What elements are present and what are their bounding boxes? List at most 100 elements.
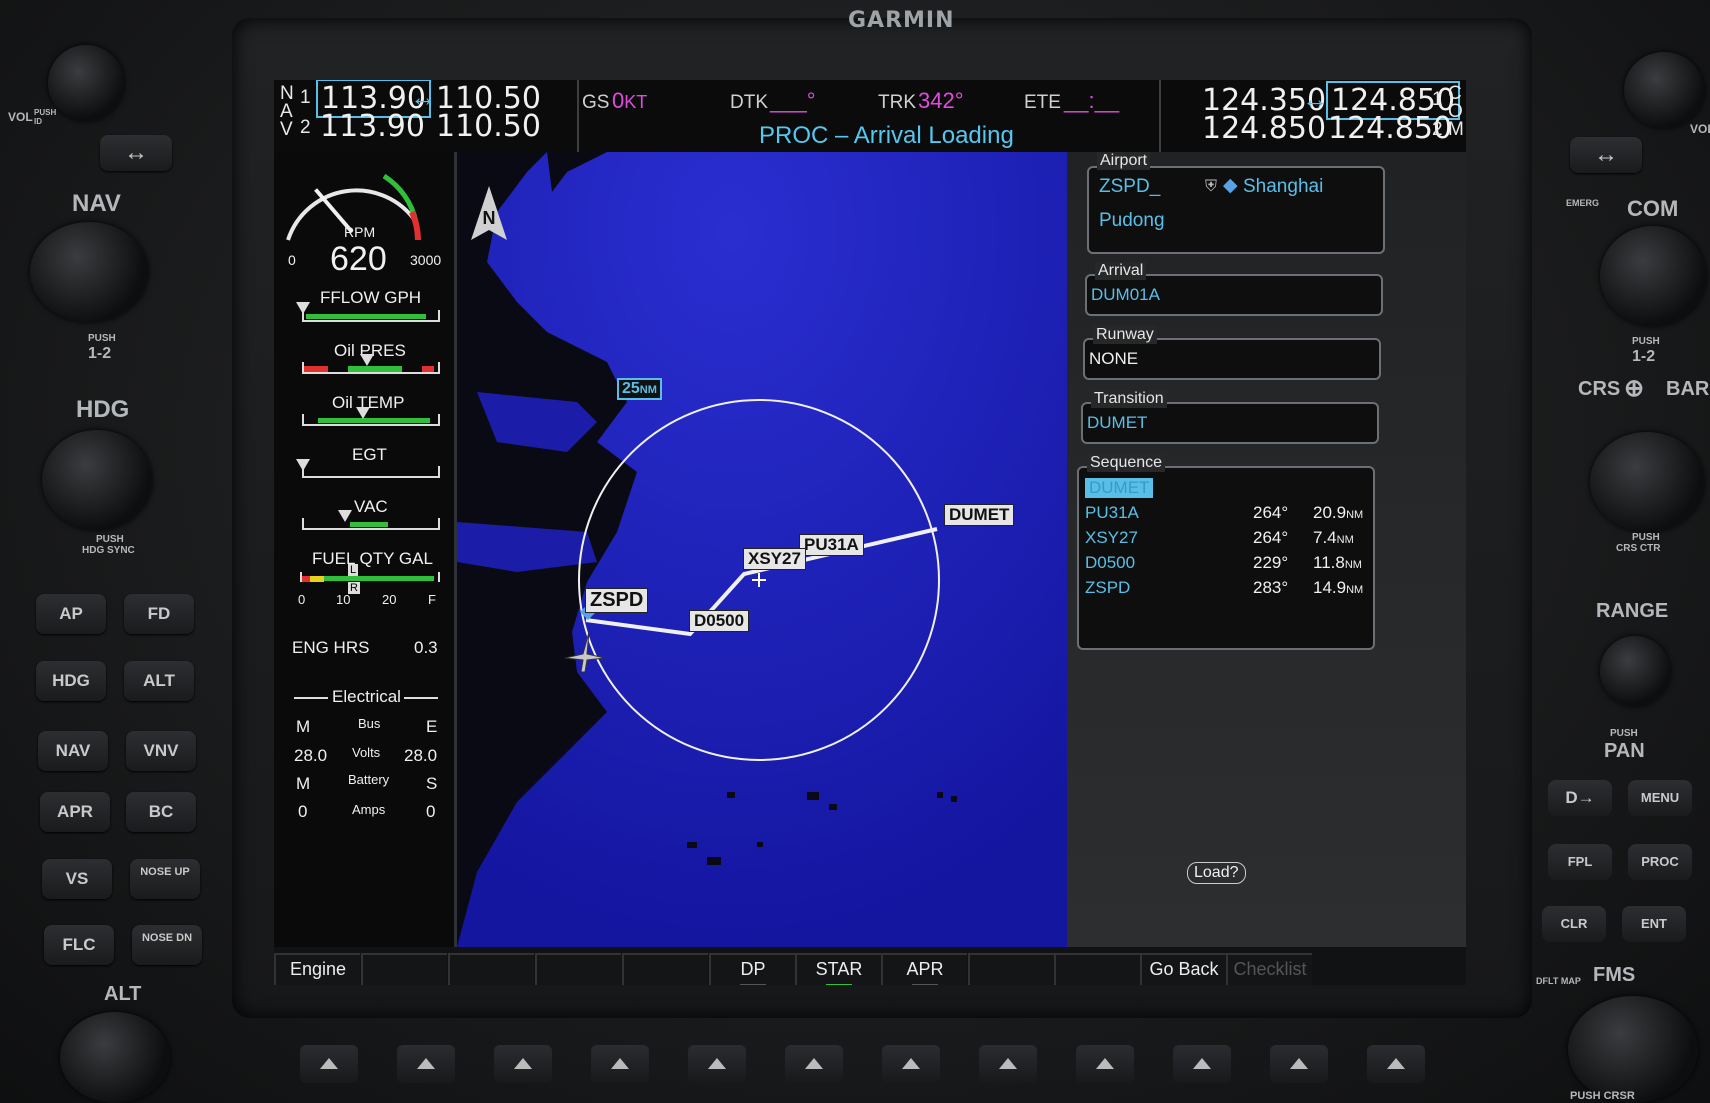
com-swap-button[interactable]: ↔ [1570, 137, 1642, 173]
amps-label: Amps [352, 802, 386, 817]
alt-button[interactable]: ALT [124, 661, 194, 701]
flc-button[interactable]: FLC [44, 925, 114, 965]
nav2-standby-freq[interactable]: 110.50 [436, 109, 541, 144]
brand-logo: GARMIN [848, 8, 955, 33]
softkey-hardware-button[interactable] [591, 1045, 649, 1083]
transition-title: Transition [1091, 390, 1167, 408]
softkey[interactable]: Checklist [1226, 953, 1312, 985]
waypoint-label-pu31a[interactable]: PU31A [799, 534, 864, 556]
map-range-label[interactable]: 25NM [617, 378, 662, 400]
fpl-button[interactable]: FPL [1548, 844, 1612, 880]
softkey[interactable]: APR [881, 953, 967, 985]
oil-pres-red-high [422, 366, 434, 372]
sequence-row[interactable]: XSY27 264° 7.4NM [1085, 528, 1355, 550]
ent-button[interactable]: ENT [1622, 906, 1686, 942]
fms-knob[interactable] [1568, 996, 1698, 1103]
sequence-row[interactable]: ZSPD 283° 14.9NM [1085, 578, 1363, 600]
crs-baro-icon: ⊕ [1624, 375, 1645, 402]
waypoint-label-d0500[interactable]: D0500 [689, 610, 750, 632]
sequence-row[interactable]: DUMET [1085, 478, 1355, 500]
softkey[interactable]: DP [709, 953, 795, 985]
softkey-hardware-button[interactable] [494, 1045, 552, 1083]
arrival-value: DUM01A [1091, 285, 1160, 304]
softkey[interactable] [1054, 953, 1140, 985]
hdg-sync-label: HDG SYNC [82, 545, 135, 556]
fuel-tick-20: 20 [382, 592, 397, 607]
proc-button[interactable]: PROC [1628, 844, 1692, 880]
dtk-label: DTK [730, 92, 768, 113]
vs-button[interactable]: VS [42, 859, 112, 899]
nav-knob[interactable] [30, 222, 148, 322]
softkey-hardware-button[interactable] [300, 1045, 358, 1083]
ap-button[interactable]: AP [36, 594, 106, 634]
battery-label: Battery [348, 772, 390, 787]
nose-dn-button[interactable]: NOSE DN [132, 925, 202, 965]
waypoint-label-xsy27[interactable]: XSY27 [743, 548, 806, 570]
softkey-hardware-button[interactable] [688, 1045, 746, 1083]
airport-ident: ZSPD [1099, 176, 1150, 197]
nav2-index: 2 [300, 117, 311, 138]
gs-value: 0 [612, 88, 625, 113]
airport-title: Airport [1097, 152, 1151, 170]
softkey-hardware-button[interactable] [1076, 1045, 1134, 1083]
hdg-knob[interactable] [42, 430, 152, 530]
softkey[interactable] [622, 953, 708, 985]
softkey-hardware-button[interactable] [882, 1045, 940, 1083]
softkey[interactable] [535, 953, 621, 985]
crs-label: CRS [1578, 378, 1621, 400]
nav-swap-button[interactable]: ↔ [100, 135, 172, 171]
softkey[interactable] [968, 953, 1054, 985]
navigation-map[interactable]: N 25NM DUMET PU31A XSY27 D0500 ZSPD [457, 152, 1067, 947]
nav2-active-freq[interactable]: 113.90 [320, 109, 425, 144]
fd-button[interactable]: FD [124, 594, 194, 634]
airport-ident-field[interactable]: ZSPD_ [1099, 176, 1160, 198]
range-joystick[interactable] [1600, 636, 1670, 706]
sequence-course: 264° [1253, 503, 1289, 522]
crs-baro-knob[interactable] [1590, 432, 1704, 532]
clr-button[interactable]: CLR [1542, 906, 1606, 942]
apr-button[interactable]: APR [40, 792, 110, 832]
sequence-course: 264° [1253, 528, 1289, 547]
softkey[interactable]: Engine [274, 953, 360, 985]
nav-button[interactable]: NAV [38, 731, 108, 771]
com2-active-freq[interactable]: 124.850 [1202, 111, 1326, 146]
menu-button[interactable]: MENU [1628, 780, 1692, 816]
sequence-waypoint: ZSPD [1085, 578, 1131, 597]
alt-knob[interactable] [60, 1012, 170, 1103]
softkey-hardware-button[interactable] [1367, 1045, 1425, 1083]
waypoint-label-dumet[interactable]: DUMET [944, 504, 1015, 526]
engine-indication-strip: RPM 0 620 3000 FFLOW GPH Oil PRES Oil TE… [274, 152, 457, 947]
direct-to-button[interactable]: D→ [1548, 780, 1612, 816]
top-bar: N A V 1 2 113.90 ↔ 110.50 113.90 110.50 … [274, 80, 1466, 154]
sequence-row[interactable]: PU31A 264° 20.9NM [1085, 503, 1363, 525]
fuel-red-band [302, 576, 310, 582]
fuel-tick-10: 10 [336, 592, 351, 607]
sequence-course: 229° [1253, 553, 1289, 572]
softkey[interactable] [448, 953, 534, 985]
rpm-label: RPM [344, 224, 376, 240]
load-button[interactable]: Load? [1187, 862, 1246, 884]
com-volume-knob[interactable] [1624, 52, 1704, 128]
sequence-row[interactable]: D0500 229° 11.8NM [1085, 553, 1362, 575]
waypoint-label-zspd[interactable]: ZSPD [585, 588, 649, 613]
oil-pres-green-band [348, 366, 402, 372]
com-label-m: M [1448, 119, 1464, 140]
softkey[interactable] [361, 953, 447, 985]
oil-temp-pointer [356, 407, 370, 419]
sequence-distance: 7.4NM [1313, 528, 1354, 547]
softkey-hardware-button[interactable] [1270, 1045, 1328, 1083]
nose-up-button[interactable]: NOSE UP [130, 859, 200, 899]
softkey-hardware-button[interactable] [397, 1045, 455, 1083]
softkey[interactable]: Go Back [1140, 953, 1226, 985]
vnv-button[interactable]: VNV [126, 731, 196, 771]
hdg-button[interactable]: HDG [36, 661, 106, 701]
nav-volume-knob[interactable] [48, 45, 124, 121]
softkey-hardware-button[interactable] [1173, 1045, 1231, 1083]
bc-button[interactable]: BC [126, 792, 196, 832]
com-knob[interactable] [1600, 226, 1706, 326]
softkey-hardware-button[interactable] [785, 1045, 843, 1083]
softkey-hardware-button[interactable] [979, 1045, 1037, 1083]
sequence-distance: 14.9NM [1313, 578, 1364, 597]
softkey[interactable]: STAR [795, 953, 881, 985]
sequence-title: Sequence [1087, 454, 1166, 472]
